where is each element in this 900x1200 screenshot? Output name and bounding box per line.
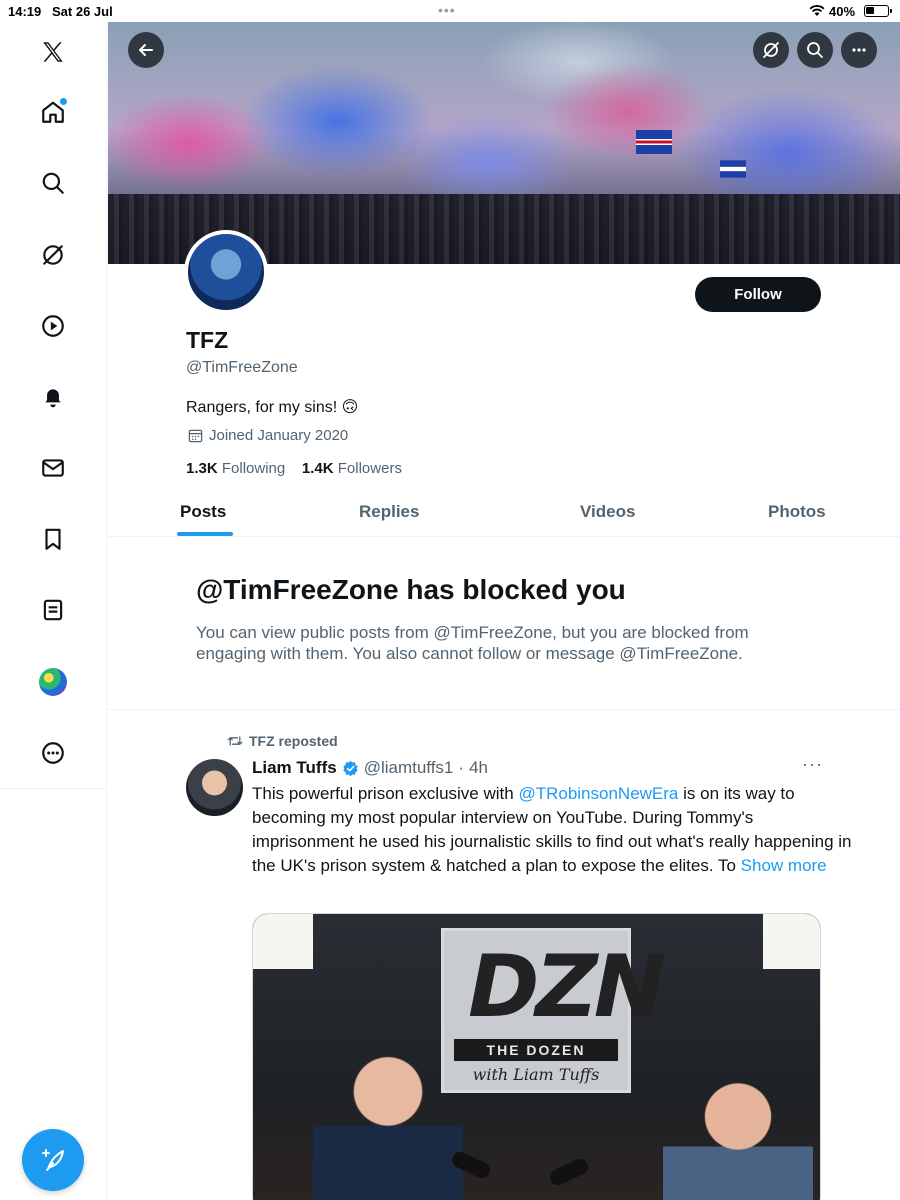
lists-icon[interactable]: [35, 592, 71, 628]
status-bar: 14:19 Sat 26 Jul ••• 40%: [0, 0, 900, 22]
follow-button[interactable]: Follow: [695, 277, 821, 312]
battery-icon: [864, 5, 892, 17]
profile-banner-image: [108, 22, 900, 264]
following-link[interactable]: 1.3K Following: [186, 460, 285, 477]
video-icon[interactable]: [35, 308, 71, 344]
status-time: 14:19: [8, 4, 42, 19]
search-icon[interactable]: [35, 165, 71, 201]
x-logo-icon[interactable]: [35, 34, 71, 70]
wifi-icon: [808, 3, 826, 20]
person-right: [663, 1079, 813, 1200]
feather-plus-icon: [42, 1149, 64, 1171]
battery-percent: 40%: [829, 4, 856, 19]
profile-stats: 1.3K Following 1.4K Followers: [186, 460, 402, 477]
calendar-icon: [188, 429, 203, 443]
profile-avatar[interactable]: [184, 230, 268, 314]
blocked-description: You can view public posts from @TimFreeZ…: [196, 623, 749, 663]
bookmark-icon[interactable]: [35, 521, 71, 557]
active-tab-indicator: [177, 532, 233, 536]
microphone-icon: [547, 1156, 591, 1188]
tweet-header: Liam Tuffs @liamtuffs1 · 4h: [252, 758, 488, 778]
profile-bio: Rangers, for my sins! 🙃: [186, 399, 359, 416]
tweet-more-icon[interactable]: ···: [802, 754, 823, 775]
grok-icon[interactable]: [35, 237, 71, 273]
repost-icon: [227, 736, 243, 746]
blocked-title: @TimFreeZone has blocked you: [196, 574, 626, 605]
repost-label: TFZ reposted: [249, 733, 338, 749]
profile-main: Follow TFZ @TimFreeZone Rangers, for my …: [108, 22, 900, 1200]
grok-button[interactable]: [753, 32, 789, 68]
sidebar: [0, 22, 107, 1200]
search-icon: [807, 42, 823, 58]
messages-envelope-icon[interactable]: [35, 450, 71, 486]
show-more-link[interactable]: Show more: [741, 856, 827, 875]
grok-icon: [763, 42, 779, 58]
following-count: 1.3K: [186, 460, 218, 477]
tweet-separator: ·: [458, 758, 465, 777]
more-options-icon[interactable]: [35, 735, 71, 771]
tweet-text: This powerful prison exclusive with @TRo…: [252, 782, 852, 878]
joined-date: Joined January 2020: [209, 427, 349, 444]
tab-replies[interactable]: Replies: [359, 502, 419, 522]
tweet-time[interactable]: 4h: [469, 758, 488, 778]
followers-link[interactable]: 1.4K Followers: [302, 460, 402, 477]
multitasking-dots-icon[interactable]: •••: [438, 2, 456, 18]
home-icon[interactable]: [35, 94, 71, 130]
communities-globe-icon[interactable]: [35, 664, 71, 700]
tweet-text-part-1: This powerful prison exclusive with: [252, 784, 519, 803]
status-date: Sat 26 Jul: [52, 4, 113, 19]
profile-tabs: Posts Replies Videos Photos: [108, 492, 900, 537]
tweet-media-image[interactable]: DZN THE DOZEN with Liam Tuffs: [252, 913, 821, 1200]
followers-count: 1.4K: [301, 460, 334, 477]
back-button[interactable]: [128, 32, 164, 68]
search-profile-button[interactable]: [797, 32, 833, 68]
tab-posts[interactable]: Posts: [180, 502, 226, 522]
section-divider: [108, 709, 900, 710]
tweet-author-avatar[interactable]: [186, 759, 243, 816]
tweet-author-handle[interactable]: @liamtuffs1: [364, 758, 454, 778]
dozen-logo-subtitle: THE DOZEN: [454, 1039, 618, 1061]
dozen-logo-byline: with Liam Tuffs: [472, 1065, 600, 1084]
person-left: [313, 1054, 463, 1200]
notifications-bell-icon[interactable]: [35, 379, 71, 415]
ellipsis-icon: [852, 48, 866, 52]
tab-photos[interactable]: Photos: [768, 502, 826, 522]
back-arrow-icon: [139, 44, 153, 56]
profile-handle: @TimFreeZone: [186, 359, 298, 376]
dzn-logo-text: DZN: [468, 937, 666, 1037]
tweet-mention-link[interactable]: @TRobinsonNewEra: [518, 784, 678, 803]
tweet-author-name[interactable]: Liam Tuffs: [252, 758, 337, 778]
more-button[interactable]: [841, 32, 877, 68]
tab-videos[interactable]: Videos: [580, 502, 635, 522]
profile-name: TFZ: [186, 327, 229, 353]
sidebar-divider: [0, 788, 107, 789]
repost-indicator[interactable]: TFZ reposted: [227, 733, 338, 749]
verified-badge-icon: [342, 760, 358, 776]
dzn-logo-sign: DZN THE DOZEN with Liam Tuffs: [441, 928, 666, 1093]
followers-label: Followers: [337, 460, 402, 477]
profile-joined: Joined January 2020: [188, 427, 348, 444]
compose-post-button[interactable]: [22, 1129, 84, 1191]
notification-dot: [60, 98, 67, 105]
following-label: Following: [221, 460, 286, 477]
